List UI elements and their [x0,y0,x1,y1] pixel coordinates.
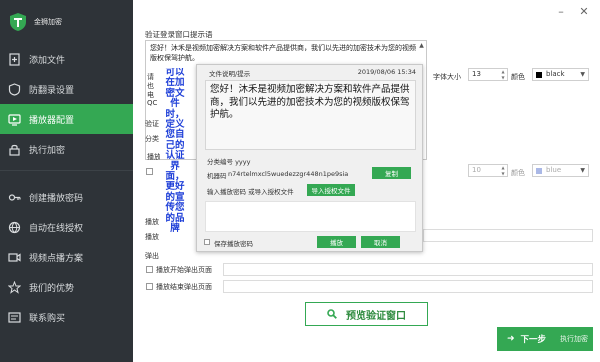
sidebar-item-encrypt[interactable]: 执行加密 [0,134,133,164]
color-label: 颜色 [511,73,525,81]
hidden-label: 播放 [147,153,160,161]
popup-start-checkbox[interactable] [146,266,153,273]
promo-overlay-text: 可以在加密文件时，定义您自己的认证界面，更好的宣传您的品牌 [165,68,185,235]
sidebar-divider [0,170,133,171]
brand: 金狮加密 [0,0,133,44]
sidebar-item-advantages[interactable]: 我们的优势 [0,272,133,302]
sidebar-item-label: 执行加密 [29,145,66,156]
brand-name: 金狮加密 [34,18,62,26]
sidebar-item-add-file[interactable]: 添加文件 [0,44,133,74]
password-input-label: 输入播放密码 或导入授权文件 [207,188,294,196]
sidebar-item-label: 创建播放密码 [29,193,84,204]
sidebar-item-label: 播放器配置 [29,115,75,126]
popup-start-url-field[interactable] [223,263,593,276]
sidebar-item-online-auth[interactable]: 自动在线授权 [0,212,133,242]
color-swatch [536,167,542,174]
dialog-header: 文件说明/提示 2019/08/06 15:34 [197,65,422,79]
sidebar-item-label: 自动在线授权 [29,223,84,234]
sidebar-item-label: 添加文件 [29,55,66,66]
add-file-icon [8,52,21,66]
sidebar-item-player-config[interactable]: 播放器配置 [0,104,133,134]
cancel-button[interactable]: 取消 [361,236,400,248]
color-swatch [536,71,542,78]
popup-end-label: 播放结束弹出页面 [156,283,212,291]
hidden-label: 播放 [145,218,159,226]
sidebar-item-vod-plan[interactable]: 视频点播方案 [0,242,133,272]
password-input[interactable] [205,201,416,232]
font-size-label: 字体大小 [433,73,461,81]
arrow-right-icon: ➜ [507,334,515,344]
hidden-label: 验证 [145,120,159,128]
dialog-timestamp: 2019/08/06 15:34 [357,68,416,76]
hidden-label: 分类 [145,135,159,143]
popup-end-url-field[interactable] [223,280,593,293]
chevron-down-icon: ▼ [580,71,585,78]
save-password-label: 保存播放密码 [214,240,253,248]
player-config-icon [8,113,21,126]
next-step-button[interactable]: ➜ 下一步 执行加密 [497,327,593,351]
machine-code-value: n74rtelmxcl5wuedezzgr448n1pe9sia [228,170,349,178]
hidden-label: 弹出 [145,252,159,260]
preview-auth-window-button[interactable]: 预览验证窗口 [305,302,428,326]
sidebar-item-contact[interactable]: 联系购买 [0,302,133,332]
sidebar-item-label: 防翻录设置 [29,85,75,96]
save-password-checkbox[interactable] [204,239,210,245]
contact-icon [8,311,21,324]
scroll-up-arrow-icon[interactable]: ▲ [418,42,425,49]
lock-icon [8,143,21,156]
category-label: 分类编号 yyyy [207,158,251,166]
color-select[interactable]: black ▼ [532,68,589,81]
key-icon [8,191,21,204]
prompt-text: 您好！沐禾是视频加密解决方案和软件产品提供商，我们以先进的加密技术为您的视频版权… [150,44,416,62]
sidebar-item-anti-record[interactable]: 防翻录设置 [0,74,133,104]
color-select-2[interactable]: blue ▼ [532,164,589,177]
shield-icon [8,82,21,96]
copy-button[interactable]: 复制 [372,167,411,179]
search-icon [327,309,337,319]
online-icon [8,221,21,234]
font-size-stepper[interactable]: 13 ▲ ▼ [468,68,508,81]
stepper-arrows-icon[interactable]: ▲ ▼ [500,69,506,80]
prompt-section-title: 验证登录窗口提示语 [145,30,213,39]
sidebar-item-label: 联系购买 [29,313,66,324]
next-step-label: 下一步 [520,335,547,345]
preview-button-label: 预览验证窗口 [346,310,406,322]
dialog-title: 文件说明/提示 [209,70,251,78]
sidebar-item-create-password[interactable]: 创建播放密码 [0,182,133,212]
sidebar-item-label: 视频点播方案 [29,253,84,264]
hidden-checkbox[interactable] [146,168,153,175]
star-icon [8,280,21,294]
stepper-arrows-icon[interactable]: ▲ ▼ [500,165,506,176]
chevron-down-icon: ▼ [580,167,585,174]
machine-code-label: 机器码 [207,172,227,180]
auth-dialog: 文件说明/提示 2019/08/06 15:34 您好！沐禾是视频加密解决方案和… [196,64,423,252]
hidden-label: 播放 [145,233,159,241]
play-button[interactable]: 播放 [317,236,356,248]
color-label-2: 颜色 [511,169,525,177]
sidebar-item-label: 我们的优势 [29,283,75,294]
url-field-1[interactable] [423,229,593,242]
video-icon [8,251,21,264]
import-license-button[interactable]: 导入授权文件 [307,184,355,196]
popup-end-checkbox[interactable] [146,283,153,290]
shield-logo-icon [10,13,26,31]
next-step-sub-label: 执行加密 [560,335,589,343]
hidden-label: QC [147,99,158,107]
dialog-message: 您好！沐禾是视频加密解决方案和软件产品提供商，我们以先进的加密技术为您的视频版权… [205,80,416,150]
font-size-stepper-2[interactable]: 10 ▲ ▼ [468,164,508,177]
sidebar: 金狮加密 添加文件 防翻录设置 播放器配置 执行加密 创建播放密码 自动在线授权… [0,0,133,362]
